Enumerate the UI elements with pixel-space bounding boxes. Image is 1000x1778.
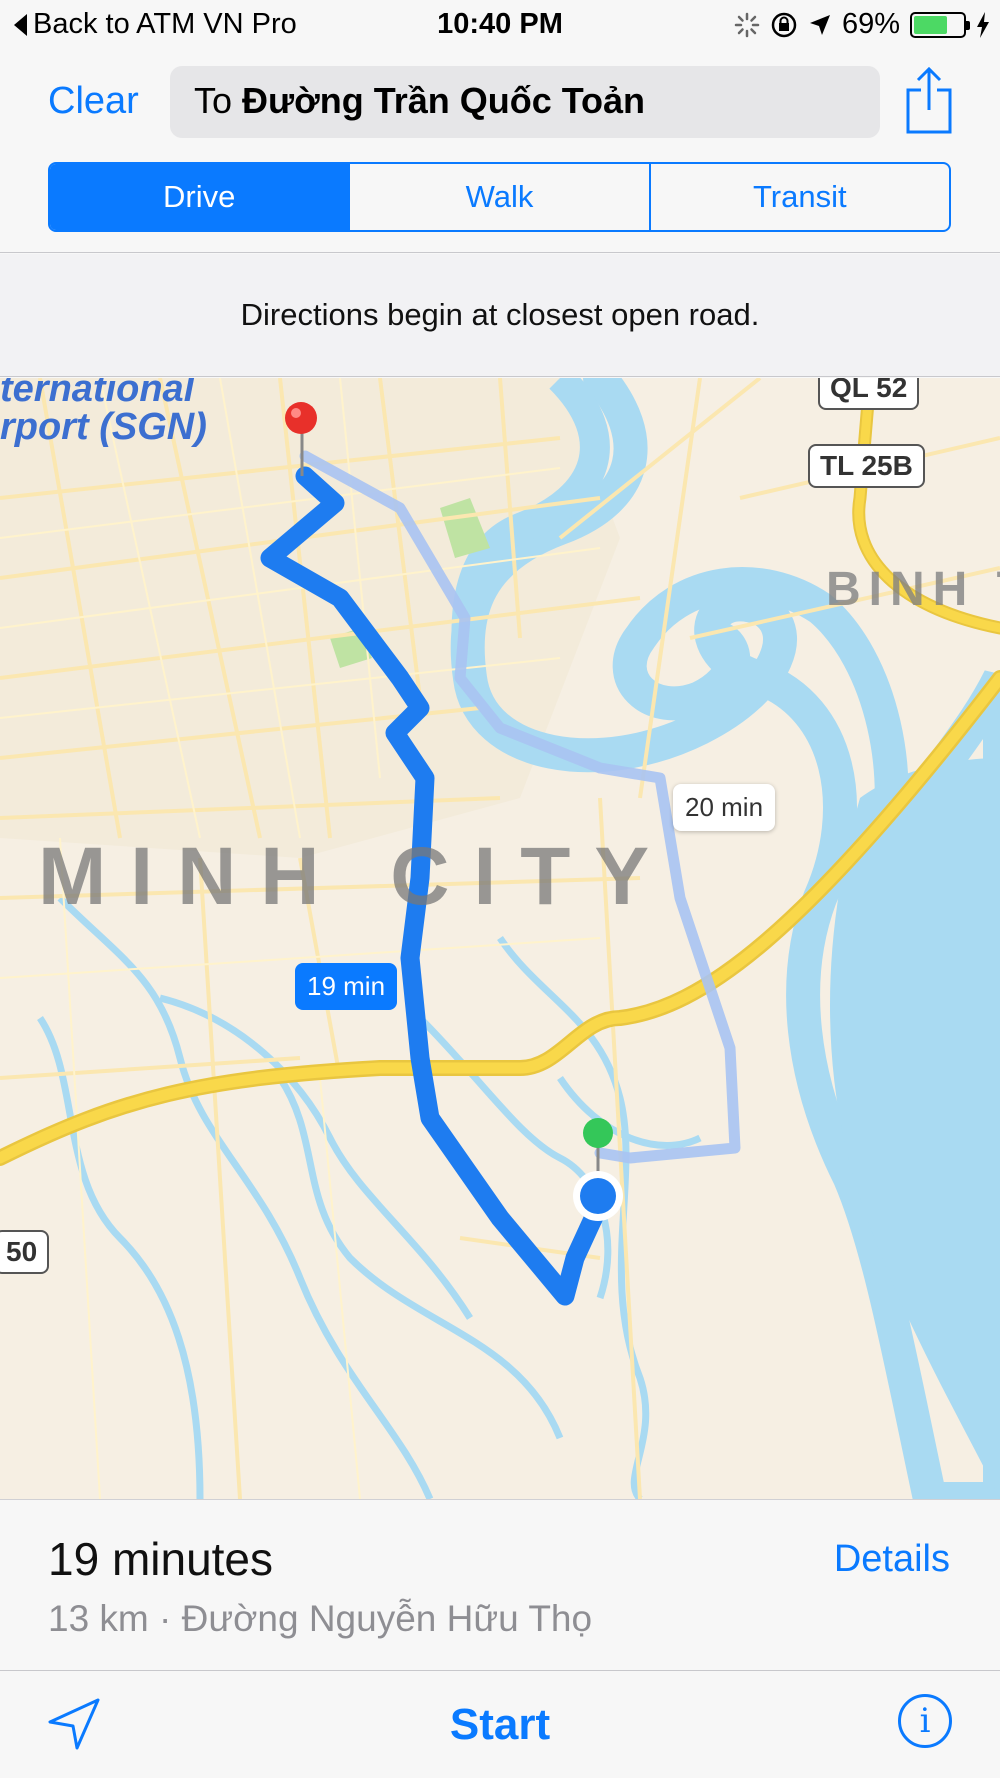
- highway-shield-ql52: QL 52: [818, 378, 920, 410]
- map-canvas: [0, 378, 1000, 1499]
- destination-prefix: To: [194, 80, 233, 121]
- destination-name: Đường Trần Quốc Toản: [242, 80, 646, 121]
- directions-notice: Directions begin at closest open road.: [0, 254, 1000, 377]
- directions-header: Clear To Đường Trần Quốc Toản Drive Walk…: [0, 50, 1000, 253]
- share-icon[interactable]: [904, 66, 954, 136]
- start-button-wrap: Start: [0, 1700, 1000, 1750]
- transport-mode-selector: Drive Walk Transit: [48, 162, 951, 232]
- mode-transit-tab[interactable]: Transit: [648, 164, 949, 230]
- highway-shield-50: 50: [0, 1230, 50, 1274]
- mode-walk-tab[interactable]: Walk: [348, 164, 648, 230]
- status-bar: Back to ATM VN Pro 10:40 PM 69%: [0, 0, 1000, 50]
- highway-shield-tl25b: TL 25B: [808, 444, 925, 488]
- back-to-app-link[interactable]: Back to ATM VN Pro: [14, 8, 297, 41]
- airport-label-line2: rport (SGN): [0, 406, 207, 448]
- location-services-icon: [809, 14, 830, 35]
- main-route-time-bubble[interactable]: 19 min: [295, 963, 398, 1010]
- info-icon[interactable]: i: [898, 1694, 952, 1748]
- clear-button[interactable]: Clear: [48, 80, 139, 123]
- route-distance-via: 13 km · Đường Nguyễn Hữu Thọ: [48, 1598, 593, 1639]
- location-arrow-icon[interactable]: [46, 1696, 102, 1752]
- bottom-toolbar: Start i: [0, 1672, 1000, 1778]
- destination-field[interactable]: To Đường Trần Quốc Toản: [170, 66, 880, 138]
- airport-label: ternational rport (SGN): [0, 378, 207, 446]
- battery-percent: 69%: [841, 8, 900, 40]
- route-duration: 19 minutes: [48, 1533, 274, 1585]
- battery-level: [914, 15, 948, 34]
- mode-drive-tab[interactable]: Drive: [50, 164, 349, 230]
- airport-label-line1: ternational: [0, 378, 195, 410]
- back-arrow-icon: [14, 13, 27, 36]
- city-label: MINH CITY: [38, 831, 674, 922]
- charging-bolt-icon: [977, 11, 989, 38]
- route-map[interactable]: ternational rport (SGN) MINH CITY BINH T…: [0, 378, 1000, 1499]
- details-button[interactable]: Details: [834, 1538, 950, 1581]
- battery-icon: [910, 11, 970, 38]
- back-label: Back to ATM VN Pro: [33, 8, 297, 40]
- rotation-lock-icon: [771, 12, 797, 37]
- route-summary-card[interactable]: 19 minutes 13 km · Đường Nguyễn Hữu Thọ …: [0, 1499, 1000, 1671]
- district-label: BINH T: [826, 563, 1000, 616]
- activity-spinner-icon: [734, 12, 760, 37]
- status-icons: 69%: [734, 8, 990, 41]
- start-button[interactable]: Start: [450, 1700, 550, 1749]
- alternate-route-time-bubble[interactable]: 20 min: [673, 784, 776, 831]
